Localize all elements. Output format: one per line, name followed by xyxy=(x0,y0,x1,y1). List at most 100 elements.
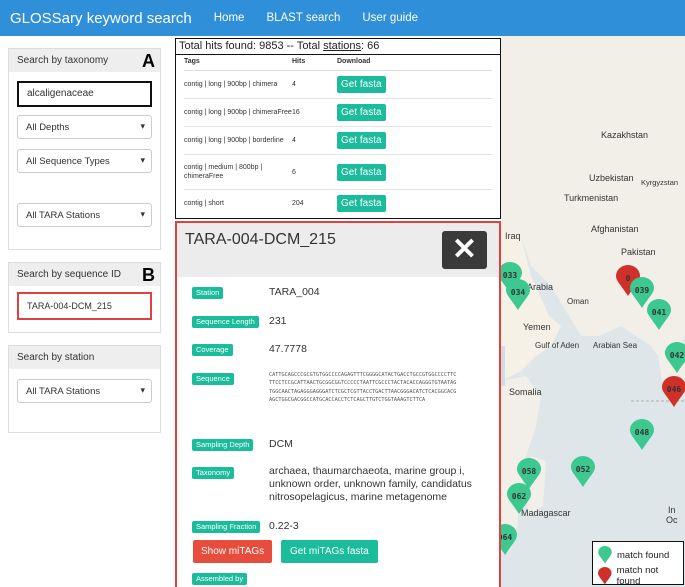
depth-badge: Sampling Depth xyxy=(192,439,254,451)
station-field: Station xyxy=(192,287,224,299)
station-pin[interactable]: 041 xyxy=(647,299,671,331)
map-label: Yemen xyxy=(523,322,551,332)
label-a: A xyxy=(142,51,155,71)
station-value: TARA_004 xyxy=(269,286,320,298)
sidebar: Search by taxonomy A alcaligenaceae All … xyxy=(8,48,161,445)
row-tag: contig | medium | 800bp | chimeraFree xyxy=(184,164,263,180)
hits-table: Tags Hits Download contig | long | 900bp… xyxy=(175,53,501,219)
map-label: Iraq xyxy=(505,231,521,241)
table-row: contig | long | 900bp | chimeraFree 16 G… xyxy=(184,99,492,127)
table-row: contig | short 204 Get fasta xyxy=(184,190,492,217)
legend-not-found-label: match not found xyxy=(616,565,659,587)
get-fasta-button[interactable]: Get fasta xyxy=(337,163,386,181)
table-row: contig | medium | 800bp | chimeraFree 6 … xyxy=(184,155,492,190)
get-fasta-button[interactable]: Get fasta xyxy=(337,132,386,149)
length-field: Sequence Length xyxy=(192,316,259,328)
fraction-field: Sampling Fraction xyxy=(192,521,261,533)
legend-found: match found xyxy=(597,546,669,564)
nav-user-guide-link[interactable]: User guide xyxy=(362,12,418,24)
sequence-type-select[interactable]: All Sequence Types xyxy=(17,149,152,173)
pin-label: 042 xyxy=(669,351,685,360)
depth-field: Sampling Depth xyxy=(192,439,254,451)
map-label: Oc xyxy=(666,515,678,525)
map-label: Turkmenistan xyxy=(564,193,619,203)
sequence-id-input[interactable]: TARA-004-DCM_215 xyxy=(17,292,152,320)
row-hits: 4 xyxy=(292,137,296,144)
card-header: TARA-004-DCM_215 ✕ xyxy=(177,223,499,277)
get-mitags-fasta-button[interactable]: Get miTAGs fasta xyxy=(281,540,378,563)
station-panel: Search by station All TARA Stations xyxy=(8,345,161,433)
pin-label: 034 xyxy=(510,288,526,297)
nav-home-link[interactable]: Home xyxy=(214,12,245,24)
station-badge: Station xyxy=(192,287,224,299)
map-label: Kyrgyzstan xyxy=(641,178,679,187)
legend-found-label: match found xyxy=(617,549,670,561)
station-pin[interactable]: 062 xyxy=(507,483,531,515)
pin-label: 058 xyxy=(521,467,537,476)
taxonomy-search-input[interactable]: alcaligenaceae xyxy=(17,81,152,107)
map-label: Arabian Sea xyxy=(593,341,638,350)
col-hits: Hits xyxy=(292,58,306,65)
get-fasta-button[interactable]: Get fasta xyxy=(337,76,386,93)
station-pin[interactable]: 042 xyxy=(665,342,685,374)
taxonomy-panel-title: Search by taxonomy xyxy=(17,55,109,66)
map-label: In xyxy=(668,505,676,515)
taxonomy-badge: Taxonomy xyxy=(192,467,235,479)
close-button[interactable]: ✕ xyxy=(442,231,487,269)
station-pin[interactable]: 034 xyxy=(506,279,530,311)
pin-label: 064 xyxy=(501,533,513,542)
label-b: B xyxy=(142,265,155,285)
map-label: Arabia xyxy=(527,282,554,292)
station-select[interactable]: All TARA Stations xyxy=(17,379,152,403)
table-row: contig | long | 900bp | borderline 4 Get… xyxy=(184,127,492,155)
show-mitags-button[interactable]: Show miTAGs xyxy=(193,540,273,563)
seqid-panel: Search by sequence ID B TARA-004-DCM_215 xyxy=(8,262,161,333)
map-label: Somalia xyxy=(509,387,542,397)
nav-blast-link[interactable]: BLAST search xyxy=(266,12,340,24)
get-fasta-button[interactable]: Get fasta xyxy=(337,104,386,121)
sequence-field: Sequence xyxy=(192,373,234,385)
station-pin[interactable]: 064 xyxy=(501,524,517,556)
taxonomy-panel-header: Search by taxonomy A xyxy=(9,49,160,72)
hits-suffix: : 66 xyxy=(361,40,380,52)
taxonomy-value: archaea, thaumarchaeota, marine group i,… xyxy=(269,465,472,503)
stations-link[interactable]: stations xyxy=(323,40,361,52)
taxonomy-station-select[interactable]: All TARA Stations xyxy=(17,203,152,227)
sequence-badge: Sequence xyxy=(192,373,234,385)
col-download: Download xyxy=(337,58,371,65)
get-fasta-button[interactable]: Get fasta xyxy=(337,195,386,212)
length-value: 231 xyxy=(269,315,287,327)
pin-label: 062 xyxy=(511,492,527,501)
pin-label: 048 xyxy=(634,428,650,437)
navbar: GLOSSary keyword search Home BLAST searc… xyxy=(0,0,685,36)
taxonomy-field: Taxonomy xyxy=(192,467,235,479)
station-map[interactable]: Kazakhstan Uzbekistan Kyrgyzstan Turkmen… xyxy=(501,36,685,587)
map-label: Oman xyxy=(567,297,589,306)
length-badge: Sequence Length xyxy=(192,316,259,328)
map-label: Uzbekistan xyxy=(589,173,634,183)
station-pin[interactable]: 048 xyxy=(630,419,654,451)
row-tag: contig | short xyxy=(184,200,224,207)
table-header: Tags Hits Download xyxy=(184,53,492,71)
map-label: Kazakhstan xyxy=(601,130,649,140)
depth-select[interactable]: All Depths xyxy=(17,115,152,139)
close-icon: ✕ xyxy=(451,233,478,266)
brand[interactable]: GLOSSary keyword search xyxy=(10,10,192,27)
map-label: Gulf of Aden xyxy=(535,341,580,350)
map-label: Pakistan xyxy=(621,247,656,257)
station-panel-header: Search by station xyxy=(9,346,160,369)
row-hits: 4 xyxy=(292,81,296,88)
row-tag: contig | long | 900bp | chimeraFree xyxy=(184,109,292,116)
depth-value: DCM xyxy=(269,438,293,450)
row-tag: contig | long | 900bp | chimera xyxy=(184,81,278,88)
fraction-badge: Sampling Fraction xyxy=(192,521,261,533)
pin-label: 046 xyxy=(666,385,682,394)
col-tags: Tags xyxy=(184,58,200,65)
station-pin[interactable]: 052 xyxy=(571,456,595,488)
legend-not-found: match not found xyxy=(597,565,683,587)
fraction-value: 0.22-3 xyxy=(269,520,299,532)
coverage-field: Coverage xyxy=(192,344,233,356)
station-pin[interactable]: 046 xyxy=(662,376,685,408)
hits-prefix: Total hits found: 9853 -- Total xyxy=(179,40,324,52)
coverage-value: 47.7778 xyxy=(269,343,307,355)
